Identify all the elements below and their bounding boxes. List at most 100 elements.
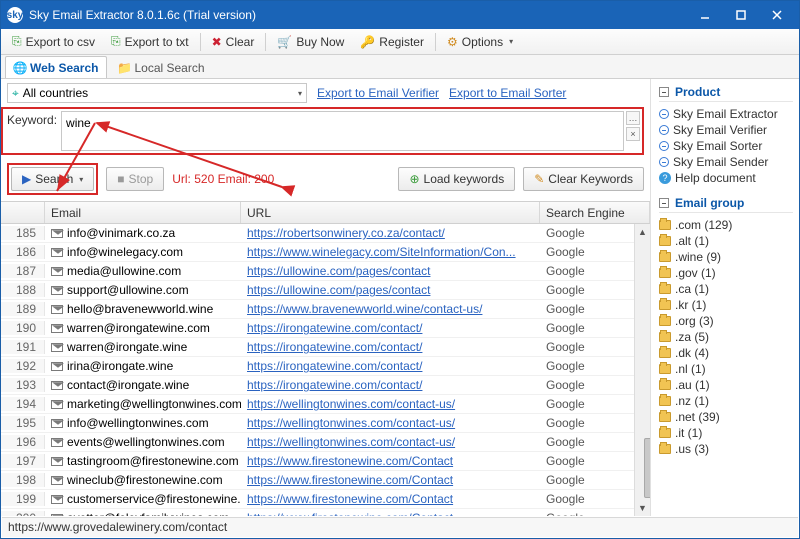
- row-url[interactable]: https://irongatewine.com/contact/: [241, 359, 540, 373]
- export-verifier-link[interactable]: Export to Email Verifier: [317, 86, 439, 100]
- product-item[interactable]: Sky Email Extractor: [659, 106, 793, 122]
- options-button[interactable]: ⚙Options▾: [440, 32, 520, 52]
- keyword-clear-button[interactable]: ×: [626, 127, 640, 141]
- table-row[interactable]: 197tastingroom@firestonewine.comhttps://…: [1, 452, 650, 471]
- row-url[interactable]: https://wellingtonwines.com/contact-us/: [241, 397, 540, 411]
- country-dropdown[interactable]: ⌖ All countries ▾: [7, 83, 307, 103]
- row-url[interactable]: https://robertsonwinery.co.za/contact/: [241, 226, 540, 240]
- export-icon: ⎘: [111, 34, 121, 49]
- email-group-item[interactable]: .com (129): [659, 217, 793, 233]
- minimize-button[interactable]: [687, 1, 723, 29]
- table-row[interactable]: 186info@winelegacy.comhttps://www.winele…: [1, 243, 650, 262]
- product-item[interactable]: Sky Email Sender: [659, 154, 793, 170]
- mail-icon: [51, 438, 63, 447]
- buy-now-button[interactable]: 🛒Buy Now: [270, 32, 351, 52]
- email-group-item[interactable]: .us (3): [659, 441, 793, 457]
- email-group-item[interactable]: .za (5): [659, 329, 793, 345]
- email-group-item[interactable]: .nz (1): [659, 393, 793, 409]
- row-url[interactable]: https://www.firestonewine.com/Contact: [241, 511, 540, 516]
- vertical-scrollbar[interactable]: ▲ ▼: [634, 224, 650, 516]
- stop-button[interactable]: ■Stop: [106, 167, 164, 191]
- table-row[interactable]: 196events@wellingtonwines.comhttps://wel…: [1, 433, 650, 452]
- table-row[interactable]: 192irina@irongate.winehttps://irongatewi…: [1, 357, 650, 376]
- row-url[interactable]: https://www.bravenewworld.wine/contact-u…: [241, 302, 540, 316]
- table-row[interactable]: 190warren@irongatewine.comhttps://ironga…: [1, 319, 650, 338]
- row-url[interactable]: https://irongatewine.com/contact/: [241, 378, 540, 392]
- keyword-expand-button[interactable]: …: [626, 111, 640, 125]
- email-group-item[interactable]: .alt (1): [659, 233, 793, 249]
- folder-icon: [659, 412, 671, 422]
- row-url[interactable]: https://www.winelegacy.com/SiteInformati…: [241, 245, 540, 259]
- row-url[interactable]: https://wellingtonwines.com/contact-us/: [241, 416, 540, 430]
- folder-icon: [659, 364, 671, 374]
- export-sorter-link[interactable]: Export to Email Sorter: [449, 86, 566, 100]
- maximize-button[interactable]: [723, 1, 759, 29]
- email-group-item[interactable]: .nl (1): [659, 361, 793, 377]
- clear-keywords-button[interactable]: ✎Clear Keywords: [523, 167, 644, 191]
- email-group-item[interactable]: .dk (4): [659, 345, 793, 361]
- export-csv-button[interactable]: ⎘Export to csv: [5, 31, 102, 52]
- table-row[interactable]: 200avetter@foleyfamilywines.comhttps://w…: [1, 509, 650, 516]
- email-group-item[interactable]: .kr (1): [659, 297, 793, 313]
- product-item[interactable]: Sky Email Verifier: [659, 122, 793, 138]
- folder-icon: [659, 236, 671, 246]
- email-group-item[interactable]: .it (1): [659, 425, 793, 441]
- col-search-engine[interactable]: Search Engine: [540, 202, 650, 223]
- row-url[interactable]: https://www.firestonewine.com/Contact: [241, 454, 540, 468]
- scroll-down-icon[interactable]: ▼: [635, 500, 650, 516]
- table-row[interactable]: 195info@wellingtonwines.comhttps://welli…: [1, 414, 650, 433]
- product-panel: Product Sky Email ExtractorSky Email Ver…: [659, 85, 793, 186]
- row-url[interactable]: https://www.firestonewine.com/Contact: [241, 492, 540, 506]
- col-index[interactable]: [1, 202, 45, 223]
- row-email: hello@bravenewworld.wine: [45, 302, 241, 316]
- row-url[interactable]: https://wellingtonwines.com/contact-us/: [241, 435, 540, 449]
- email-group-item[interactable]: .wine (9): [659, 249, 793, 265]
- folder-icon: 📁: [118, 62, 130, 74]
- folder-icon: [659, 268, 671, 278]
- table-row[interactable]: 185info@vinimark.co.zahttps://robertsonw…: [1, 224, 650, 243]
- table-row[interactable]: 189hello@bravenewworld.winehttps://www.b…: [1, 300, 650, 319]
- row-url[interactable]: https://irongatewine.com/contact/: [241, 321, 540, 335]
- register-button[interactable]: 🔑Register: [353, 32, 431, 52]
- email-group-item[interactable]: .au (1): [659, 377, 793, 393]
- keyword-input[interactable]: [61, 111, 624, 151]
- mail-icon: [51, 267, 63, 276]
- table-row[interactable]: 193contact@irongate.winehttps://irongate…: [1, 376, 650, 395]
- row-index: 189: [1, 302, 45, 316]
- scroll-thumb[interactable]: [644, 438, 651, 498]
- folder-icon: [659, 380, 671, 390]
- export-txt-button[interactable]: ⎘Export to txt: [104, 31, 196, 52]
- row-url[interactable]: https://irongatewine.com/contact/: [241, 340, 540, 354]
- row-url[interactable]: https://www.firestonewine.com/Contact: [241, 473, 540, 487]
- row-url[interactable]: https://ullowine.com/pages/contact: [241, 283, 540, 297]
- results-table: Email URL Search Engine 185info@vinimark…: [1, 201, 650, 516]
- load-keywords-button[interactable]: ⊕Load keywords: [398, 167, 515, 191]
- email-group-item[interactable]: .gov (1): [659, 265, 793, 281]
- table-row[interactable]: 187media@ullowine.comhttps://ullowine.co…: [1, 262, 650, 281]
- table-row[interactable]: 198wineclub@firestonewine.comhttps://www…: [1, 471, 650, 490]
- collapse-icon[interactable]: [659, 198, 669, 208]
- globe-icon: [659, 157, 669, 167]
- product-item[interactable]: Sky Email Sorter: [659, 138, 793, 154]
- product-item[interactable]: ?Help document: [659, 170, 793, 186]
- email-group-item[interactable]: .ca (1): [659, 281, 793, 297]
- row-index: 191: [1, 340, 45, 354]
- gear-icon: ⚙: [447, 35, 458, 49]
- email-group-item[interactable]: .org (3): [659, 313, 793, 329]
- table-row[interactable]: 191warren@irongate.winehttps://irongatew…: [1, 338, 650, 357]
- col-email[interactable]: Email: [45, 202, 241, 223]
- table-row[interactable]: 188support@ullowine.comhttps://ullowine.…: [1, 281, 650, 300]
- col-url[interactable]: URL: [241, 202, 540, 223]
- clear-button[interactable]: ✖Clear: [205, 32, 262, 52]
- collapse-icon[interactable]: [659, 87, 669, 97]
- close-button[interactable]: [759, 1, 795, 29]
- mail-icon: [51, 476, 63, 485]
- scroll-up-icon[interactable]: ▲: [635, 224, 650, 240]
- row-url[interactable]: https://ullowine.com/pages/contact: [241, 264, 540, 278]
- email-group-item[interactable]: .net (39): [659, 409, 793, 425]
- tab-web-search[interactable]: 🌐Web Search: [5, 56, 107, 78]
- table-row[interactable]: 199customerservice@firestonewine....http…: [1, 490, 650, 509]
- search-button[interactable]: ▶Search▾: [11, 167, 94, 191]
- tab-local-search[interactable]: 📁Local Search: [109, 56, 213, 78]
- table-row[interactable]: 194marketing@wellingtonwines.comhttps://…: [1, 395, 650, 414]
